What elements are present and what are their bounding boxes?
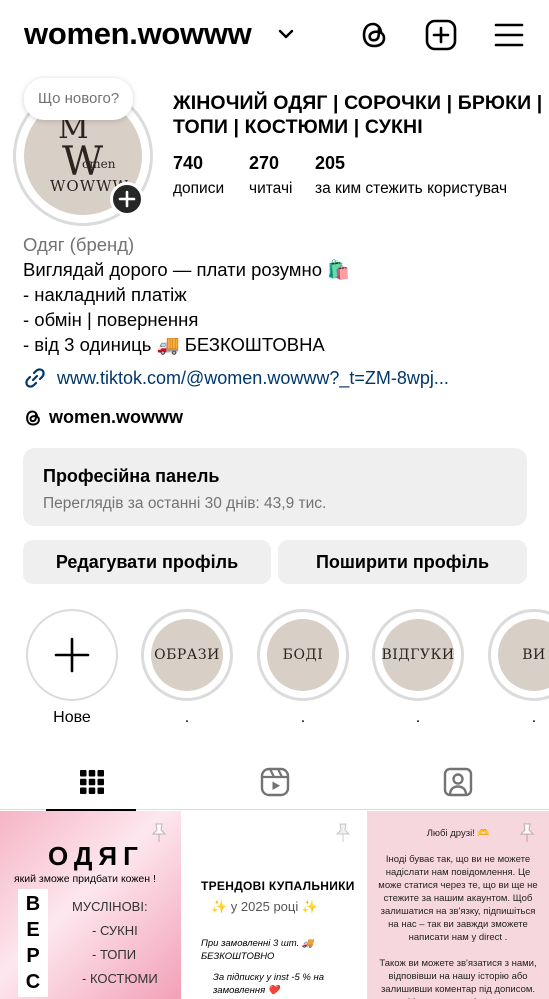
highlight-cover: ОБРАЗИ [151, 619, 223, 691]
highlight-item[interactable]: ОБРАЗИ . [141, 609, 233, 727]
avatar-logo-small: omen [82, 157, 116, 171]
create-post-icon[interactable] [424, 18, 458, 52]
bio-link-text[interactable]: www.tiktok.com/@women.wowww?_t=ZM-8wpj..… [57, 368, 449, 389]
stat-following[interactable]: 205 за ким стежить користувач [315, 153, 507, 198]
threads-badge[interactable]: women.wowww [23, 407, 183, 428]
post-text: За підписку у inst -5 % на замовлення ❤️ [213, 972, 324, 996]
highlight-item[interactable]: БОДІ . [257, 609, 349, 727]
pin-icon [151, 823, 167, 842]
stat-followers[interactable]: 270 читачі [249, 153, 292, 198]
panel-title: Професійна панель [43, 466, 220, 486]
highlight-new[interactable]: Нове [26, 609, 118, 727]
top-bar: women.wowww [0, 0, 549, 70]
link-icon [25, 368, 45, 388]
post-title: ТРЕНДОВІ КУПАЛЬНИКИ [201, 879, 355, 893]
post-subtitle: ✨ у 2025 році ✨ [211, 899, 319, 914]
post-text: При замовленні 3 шт. 🚚 БЕЗКОШТОВНО [201, 938, 314, 962]
bio-line: - від 3 одиниць 🚚 БЕЗКОШТОВНА [23, 334, 325, 355]
threads-username: women.wowww [49, 407, 184, 427]
threads-icon[interactable] [357, 18, 391, 52]
menu-icon[interactable] [493, 18, 525, 52]
post-vertical-text: В Е Р С І [24, 891, 42, 999]
post-letter: І [24, 995, 42, 999]
share-profile-button[interactable]: Поширити профіль [278, 540, 527, 584]
bio-line: - накладний платіж [23, 284, 187, 305]
post-list-item: МУСЛІНОВІ: [72, 899, 148, 914]
post-letter: Е [26, 919, 40, 941]
post-text: Любі друзі! 🫶 Іноді буває так, що ви не … [378, 828, 538, 999]
threads-icon [26, 410, 40, 425]
plus-icon [118, 190, 136, 208]
bio: Одяг (бренд) Виглядай дорого — плати роз… [23, 232, 533, 357]
post-letter: В [25, 893, 41, 915]
professional-dashboard[interactable]: Професійна панель Переглядів за останні … [23, 448, 527, 526]
panel-subtitle: Переглядів за останні 30 днів: 43,9 тис. [43, 495, 327, 512]
edit-profile-button[interactable]: Редагувати профіль [23, 540, 271, 584]
reels-icon [260, 767, 289, 797]
post-list: МУСЛІНОВІ: - СУКНІ - ТОПИ - КОСТЮМИ [72, 895, 158, 991]
post-list-item: - СУКНІ [92, 923, 138, 938]
post-letter: С [25, 971, 41, 993]
pin-icon [335, 823, 351, 842]
highlight-label: . [531, 709, 537, 726]
post-text: який зможе придбати кожен ! [14, 873, 156, 885]
post-tile[interactable]: Любі друзі! 🫶 Іноді буває так, що ви не … [367, 811, 549, 999]
profile-tabs [0, 754, 549, 811]
tagged-icon [443, 767, 472, 797]
tab-tagged[interactable] [366, 754, 549, 810]
highlight-ring[interactable]: ОБРАЗИ [141, 609, 233, 701]
grid-icon [79, 770, 104, 794]
bio-category: Одяг (бренд) [23, 234, 135, 255]
highlight-item[interactable]: ВИ . [488, 609, 549, 727]
highlight-clip: ВИ . [488, 609, 549, 729]
chevron-down-icon[interactable] [278, 28, 294, 40]
highlight-cover: ВИ [498, 619, 549, 691]
highlight-new-ring[interactable] [26, 609, 118, 701]
bio-link[interactable]: www.tiktok.com/@women.wowww?_t=ZM-8wpj..… [23, 365, 449, 391]
highlight-cover: ВІДГУКИ [381, 619, 454, 691]
stat-posts-value: 740 [173, 153, 204, 173]
highlight-ring[interactable]: ВИ [488, 609, 549, 701]
post-tile[interactable]: ОДЯГ який зможе придбати кожен ! В Е Р С… [0, 811, 181, 999]
stat-following-value: 205 [315, 153, 346, 173]
profile-username[interactable]: women.wowww [24, 16, 252, 52]
add-story-button[interactable] [110, 182, 144, 216]
post-title: ОДЯГ [48, 841, 144, 871]
tab-reels[interactable] [183, 754, 366, 810]
stat-posts[interactable]: 740 дописи [173, 153, 224, 198]
highlight-label: . [300, 709, 306, 726]
post-letter: Р [26, 945, 40, 967]
post-tile[interactable]: ТРЕНДОВІ КУПАЛЬНИКИ ✨ у 2025 році ✨ При … [183, 811, 365, 999]
stat-following-label: за ким стежить користувач [315, 180, 508, 197]
highlight-cover: БОДІ [267, 619, 339, 691]
plus-icon [54, 637, 90, 673]
highlight-ring[interactable]: БОДІ [257, 609, 349, 701]
highlight-label: . [415, 709, 421, 726]
stat-posts-label: дописи [173, 180, 225, 197]
post-list-item: - КОСТЮМИ [82, 971, 158, 986]
highlight-label: Нове [53, 709, 91, 726]
profile-title: ЖІНОЧИЙ ОДЯГ | СОРОЧКИ | БРЮКИ | ТОПИ | … [173, 92, 543, 138]
highlight-label: . [184, 709, 190, 726]
note-bubble[interactable]: Що нового? [24, 78, 134, 120]
highlight-ring[interactable]: ВІДГУКИ [372, 609, 464, 701]
stat-followers-label: читачі [249, 180, 293, 197]
highlight-item[interactable]: ВІДГУКИ . [372, 609, 464, 727]
bio-line: Виглядай дорого — плати розумно 🛍️ [23, 259, 351, 280]
post-list-item: - ТОПИ [92, 947, 137, 962]
tab-grid[interactable] [0, 754, 183, 811]
stat-followers-value: 270 [249, 153, 280, 173]
bio-line: - обмін | повернення [23, 309, 199, 330]
